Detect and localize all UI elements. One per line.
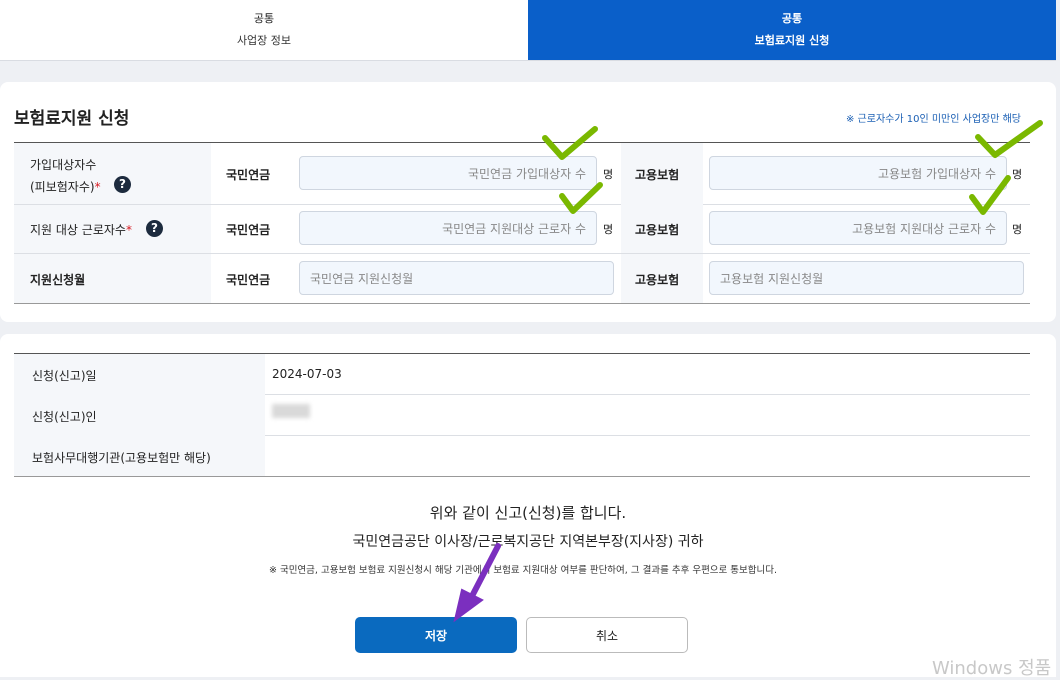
employment-support-workers-unit: 명 (1012, 223, 1023, 236)
cancel-button[interactable]: 취소 (526, 617, 688, 653)
support-workers-label: 지원 대상 근로자수 (30, 223, 126, 237)
pension-application-month-input[interactable]: 국민연금 지원신청월 (299, 261, 614, 295)
declaration-line2: 국민연금공단 이사장/근로복지공단 지역본부장(지사장) 귀하 (352, 534, 704, 550)
pension-support-workers-unit: 명 (603, 223, 614, 236)
employment-enrollees-input[interactable]: 고용보험 가입대상자 수 (709, 156, 1007, 190)
support-pension-label: 국민연금 (226, 223, 271, 237)
enrollees-label-line1: 가입대상자수 (30, 158, 97, 172)
enrollees-label-line2-wrap: (피보험자수)* (30, 176, 101, 198)
enrollees-employment-label: 고용보험 (635, 168, 680, 182)
tab-premium-support-label: 보험료지원 신청 (754, 34, 830, 47)
tab-business-info[interactable]: 공통 사업장 정보 (0, 0, 528, 60)
month-employment-label: 고용보험 (635, 273, 680, 287)
declaration-note: ※ 국민연금, 고용보험 보험료 지원신청시 해당 기관에서 보험료 지원대상 … (268, 565, 778, 576)
application-month-label: 지원신청월 (30, 273, 86, 287)
applicant-value-redacted (272, 404, 310, 418)
save-button[interactable]: 저장 (355, 617, 517, 653)
tab-business-info-label: 사업장 정보 (236, 34, 292, 47)
enrollees-label: 가입대상자수 (피보험자수)* (30, 154, 101, 198)
eligibility-note: ※ 근로자수가 10인 미만인 사업장만 해당 (846, 114, 1021, 125)
step-tabs: 공통 사업장 정보 공통 보험료지원 신청 (0, 0, 1056, 61)
tab-premium-support-top: 공통 (781, 12, 803, 25)
section-title: 보험료지원 신청 (14, 109, 130, 129)
employment-application-month-input[interactable]: 고용보험 지원신청월 (709, 261, 1024, 295)
employment-support-workers-input[interactable]: 고용보험 지원대상 근로자 수 (709, 211, 1007, 245)
application-date-value: 2024-07-03 (272, 367, 342, 381)
tab-business-info-top: 공통 (253, 12, 275, 25)
month-pension-label: 국민연금 (226, 273, 271, 287)
required-marker: * (94, 180, 101, 194)
pension-enrollees-input[interactable]: 국민연금 가입대상자 수 (299, 156, 597, 190)
windows-activation-watermark: Windows 정품 (932, 658, 1052, 679)
help-icon[interactable]: ? (146, 220, 163, 237)
required-marker: * (125, 223, 132, 237)
application-date-label: 신청(신고)일 (32, 369, 97, 383)
support-employment-label: 고용보험 (635, 223, 680, 237)
pension-support-workers-input[interactable]: 국민연금 지원대상 근로자 수 (299, 211, 597, 245)
pension-enrollees-unit: 명 (603, 168, 614, 181)
enrollees-label-line2: (피보험자수) (30, 180, 95, 194)
employment-enrollees-unit: 명 (1012, 168, 1023, 181)
enrollees-pension-label: 국민연금 (226, 168, 271, 182)
help-icon[interactable]: ? (114, 176, 131, 193)
tab-premium-support[interactable]: 공통 보험료지원 신청 (528, 0, 1056, 60)
declaration-line1: 위와 같이 신고(신청)를 합니다. (429, 504, 627, 522)
agency-label: 보험사무대행기관(고용보험만 해당) (32, 451, 211, 465)
applicant-label: 신청(신고)인 (32, 410, 97, 424)
support-workers-label-wrap: 지원 대상 근로자수* (30, 221, 132, 238)
